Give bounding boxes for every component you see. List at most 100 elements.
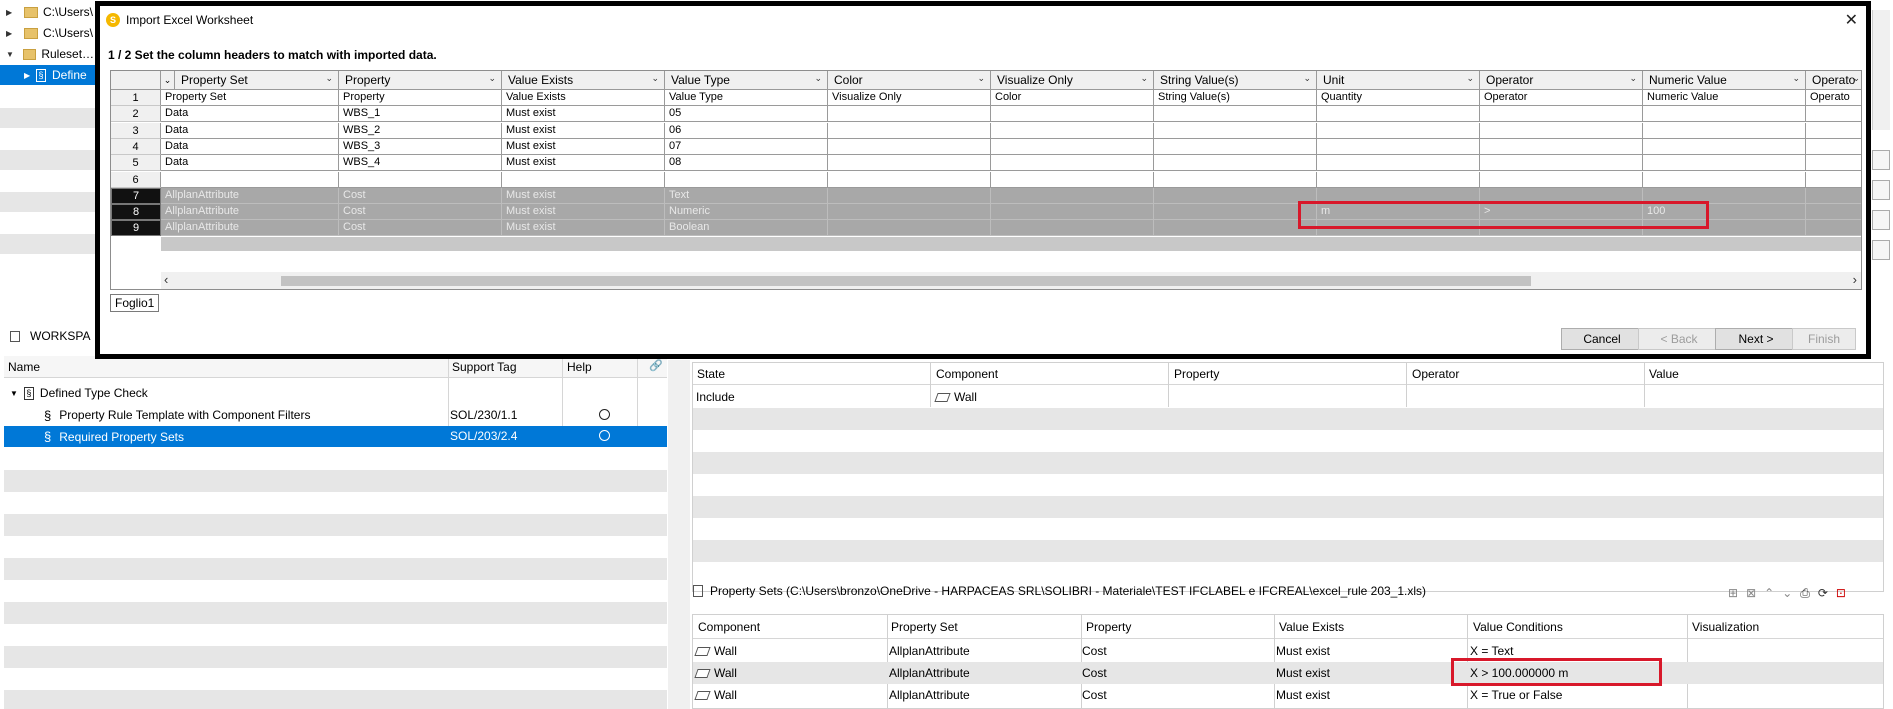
side-field[interactable]: [1872, 210, 1890, 230]
scroll-right-icon[interactable]: ›: [1853, 272, 1857, 287]
grid-cell[interactable]: Value Exists: [502, 90, 665, 106]
collapse-arrow-icon[interactable]: ▼: [6, 50, 17, 59]
grid-cell[interactable]: Data: [161, 139, 339, 155]
grid-cell[interactable]: [991, 172, 1154, 188]
column-header-value-exists[interactable]: Value Exists: [1279, 620, 1344, 634]
link-icon[interactable]: 🔗: [649, 359, 663, 372]
delete-row-icon[interactable]: ⊠: [1746, 586, 1756, 601]
grid-cell[interactable]: Quantity: [1317, 90, 1480, 106]
grid-cell[interactable]: Must exist: [502, 188, 665, 204]
horizontal-scrollbar[interactable]: ‹ ›: [161, 272, 1861, 289]
grid-cell[interactable]: [1643, 139, 1806, 155]
grid-cell[interactable]: WBS_2: [339, 123, 502, 139]
grid-cell[interactable]: [828, 139, 991, 155]
column-mapping-select[interactable]: Unit ⌄: [1317, 71, 1480, 90]
grid-cell[interactable]: [1154, 106, 1317, 122]
scroll-left-icon[interactable]: ‹: [164, 272, 168, 287]
grid-cell[interactable]: [1643, 123, 1806, 139]
grid-cell[interactable]: [1806, 204, 1861, 220]
grid-cell[interactable]: [1480, 106, 1643, 122]
side-field[interactable]: [1872, 240, 1890, 260]
grid-cell[interactable]: String Value(s): [1154, 90, 1317, 106]
grid-cell[interactable]: [1154, 123, 1317, 139]
grid-cell[interactable]: Numeric Value: [1643, 90, 1806, 106]
grid-cell[interactable]: [1480, 139, 1643, 155]
column-mapping-select[interactable]: Operato ⌄: [1806, 71, 1861, 90]
grid-cell[interactable]: Must exist: [502, 220, 665, 236]
grid-cell[interactable]: [1480, 172, 1643, 188]
grid-cell[interactable]: [1806, 220, 1861, 236]
grid-cell[interactable]: Property: [339, 90, 502, 106]
row-header[interactable]: 2: [111, 106, 161, 122]
column-mapping-select[interactable]: Value Type ⌄: [665, 71, 828, 90]
chevron-down-icon[interactable]: ⌄: [1852, 73, 1860, 84]
grid-cell[interactable]: 08: [665, 155, 828, 171]
column-header-name[interactable]: Name: [8, 360, 40, 374]
grid-cell[interactable]: Text: [665, 188, 828, 204]
row-header[interactable]: 4: [111, 139, 161, 155]
grid-cell[interactable]: [1317, 106, 1480, 122]
property-set-row[interactable]: Wall AllplanAttribute Cost Must exist X …: [693, 684, 1883, 706]
expand-arrow-icon[interactable]: ▶: [6, 8, 18, 17]
grid-cell[interactable]: Must exist: [502, 155, 665, 171]
import-icon[interactable]: ⎙: [1800, 586, 1810, 601]
workspace-row[interactable]: ▼ § Defined Type Check: [4, 383, 667, 403]
row-header[interactable]: 5: [111, 155, 161, 171]
grid-cell[interactable]: [828, 188, 991, 204]
grid-cell[interactable]: AllplanAttribute: [161, 220, 339, 236]
grid-cell[interactable]: [1154, 204, 1317, 220]
expand-arrow-icon[interactable]: ▶: [24, 71, 36, 80]
grid-cell[interactable]: WBS_3: [339, 139, 502, 155]
column-header-state[interactable]: State: [697, 367, 725, 381]
grid-cell[interactable]: [502, 172, 665, 188]
grid-cell[interactable]: 07: [665, 139, 828, 155]
grid-cell[interactable]: 06: [665, 123, 828, 139]
row-header[interactable]: 9: [111, 220, 161, 236]
tree-item-selected[interactable]: ▶ § Define: [0, 65, 96, 85]
next-button[interactable]: Next >: [1715, 328, 1797, 350]
grid-cell[interactable]: Color: [991, 90, 1154, 106]
grid-cell[interactable]: [1317, 123, 1480, 139]
column-header-value-conditions[interactable]: Value Conditions: [1473, 620, 1563, 634]
grid-cell[interactable]: Operator: [1480, 90, 1643, 106]
refresh-icon[interactable]: ⟳: [1818, 586, 1828, 601]
grid-cell[interactable]: Numeric: [665, 204, 828, 220]
column-header-component[interactable]: Component: [698, 620, 760, 634]
filter-row[interactable]: Include Wall: [693, 387, 1883, 407]
grid-cell[interactable]: [991, 106, 1154, 122]
row-header[interactable]: 7: [111, 188, 161, 204]
grid-cell[interactable]: [1317, 172, 1480, 188]
chevron-down-icon[interactable]: ⌄: [161, 71, 175, 90]
grid-cell[interactable]: AllplanAttribute: [161, 204, 339, 220]
column-mapping-select[interactable]: Value Exists ⌄: [502, 71, 665, 90]
column-header-value[interactable]: Value: [1649, 367, 1679, 381]
column-header-support-tag[interactable]: Support Tag: [452, 360, 517, 374]
grid-cell[interactable]: [161, 172, 339, 188]
grid-cell[interactable]: [1806, 139, 1861, 155]
grid-cell[interactable]: [828, 155, 991, 171]
property-set-row[interactable]: Wall AllplanAttribute Cost Must exist X …: [693, 662, 1883, 684]
grid-cell[interactable]: [1806, 188, 1861, 204]
grid-cell[interactable]: [828, 172, 991, 188]
back-button[interactable]: < Back: [1638, 328, 1720, 350]
property-set-row[interactable]: Wall AllplanAttribute Cost Must exist X …: [693, 640, 1883, 662]
grid-cell[interactable]: [991, 155, 1154, 171]
chevron-down-icon[interactable]: ⌄: [325, 73, 333, 84]
row-header[interactable]: 6: [111, 172, 161, 188]
grid-cell[interactable]: Must exist: [502, 123, 665, 139]
grid-cell[interactable]: Value Type: [665, 90, 828, 106]
grid-cell[interactable]: WBS_1: [339, 106, 502, 122]
grid-cell[interactable]: Property Set: [161, 90, 339, 106]
column-header-visualization[interactable]: Visualization: [1692, 620, 1759, 634]
row-header[interactable]: 3: [111, 123, 161, 139]
right-scrollbar[interactable]: [1872, 10, 1890, 130]
grid-cell[interactable]: Cost: [339, 188, 502, 204]
column-mapping-select[interactable]: Visualize Only ⌄: [991, 71, 1154, 90]
grid-cell[interactable]: [1317, 155, 1480, 171]
scrollbar-thumb[interactable]: [281, 276, 1531, 286]
side-field[interactable]: [1872, 150, 1890, 170]
filter-state[interactable]: Include: [696, 390, 735, 404]
grid-cell[interactable]: [1806, 172, 1861, 188]
chevron-down-icon[interactable]: ⌄: [1466, 73, 1474, 84]
chevron-down-icon[interactable]: ⌄: [814, 73, 822, 84]
